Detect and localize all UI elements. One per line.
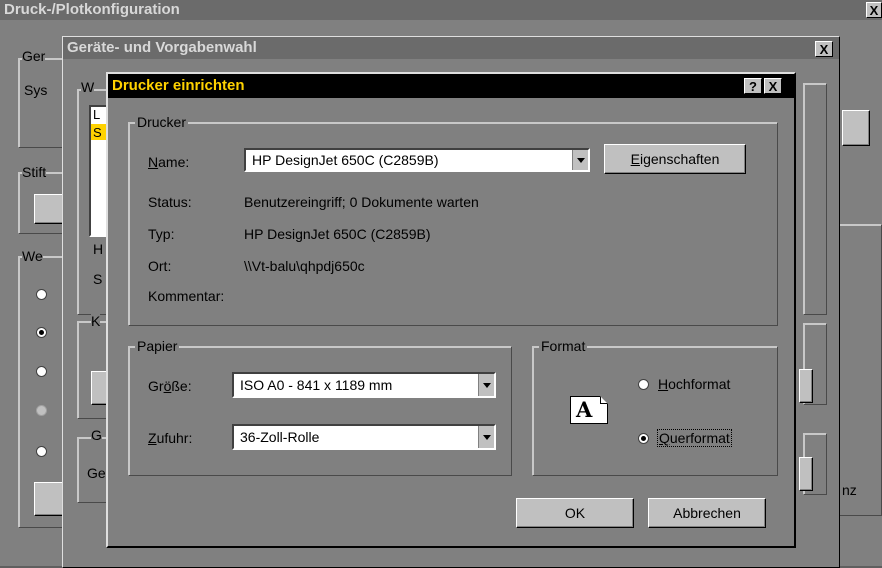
landscape-label[interactable]: Querformat (657, 429, 732, 447)
outer-close-button[interactable]: X (866, 2, 882, 18)
dialog-title: Drucker einrichten (112, 77, 245, 94)
outer-fragment-nz: nz (842, 482, 857, 498)
outer-window-titlebar[interactable]: Druck-/Plotkonfiguration (0, 0, 882, 20)
dialog-titlebar[interactable]: Drucker einrichten (108, 74, 794, 98)
landscape-radio[interactable] (638, 433, 649, 444)
paper-size-dropdown-arrow[interactable] (478, 374, 494, 396)
comment-label: Kommentar: (148, 288, 225, 304)
properties-button-label: Eigenschaften (630, 151, 720, 167)
portrait-label[interactable]: Hochformat (658, 376, 730, 392)
mid-fragment-s: S (93, 271, 103, 287)
mid-window-title: Geräte- und Vorgabenwahl (67, 39, 257, 56)
chevron-down-icon (482, 382, 491, 388)
outer-group-right (836, 224, 882, 516)
outer-fragment-ger: Ger (22, 48, 46, 64)
printer-name-value: HP DesignJet 650C (C2859B) (252, 152, 439, 168)
outer-radio-1[interactable] (36, 289, 47, 300)
cancel-button[interactable]: Abbrechen (648, 498, 766, 528)
mid-fragment-k: K (91, 313, 101, 329)
outer-radio-4[interactable] (36, 405, 47, 416)
chevron-down-icon (576, 157, 585, 163)
mid-fragment-h: H (93, 241, 104, 257)
outer-radio-2[interactable] (36, 327, 47, 338)
outer-stub-button-right[interactable] (842, 110, 870, 146)
mid-fragment-g: G (91, 427, 102, 443)
size-label: Größe: (148, 378, 192, 394)
landscape-page-icon: A (570, 396, 608, 424)
mid-fragment-w: W (81, 79, 95, 95)
mid-group-right-1 (803, 83, 827, 315)
source-label: Zufuhr: (148, 430, 193, 446)
outer-fragment-we: We (22, 248, 43, 264)
outer-fragment-sys: Sys (24, 82, 48, 98)
location-label: Ort: (148, 258, 172, 274)
dialog-close-button[interactable]: X (764, 78, 782, 94)
status-value: Benutzereingriff; 0 Dokumente warten (244, 194, 479, 210)
type-value: HP DesignJet 650C (C2859B) (244, 226, 431, 242)
mid-window-titlebar[interactable]: Geräte- und Vorgabenwahl (63, 37, 839, 59)
paper-size-value: ISO A0 - 841 x 1189 mm (240, 377, 393, 393)
paper-source-dropdown[interactable]: 36-Zoll-Rolle (232, 424, 496, 450)
paper-group: Papier (128, 338, 512, 476)
mid-stub-button-right-1[interactable] (799, 369, 813, 403)
portrait-radio[interactable] (638, 379, 649, 390)
properties-button[interactable]: Eigenschaften (604, 144, 746, 174)
name-label: Name: (148, 154, 190, 170)
chevron-down-icon (482, 434, 491, 440)
ok-button[interactable]: OK (516, 498, 634, 528)
paper-source-value: 36-Zoll-Rolle (240, 429, 320, 445)
printer-setup-dialog: Drucker einrichten ? X Drucker Name: HP … (106, 72, 796, 548)
outer-radio-5[interactable] (36, 446, 47, 457)
type-label: Typ: (148, 226, 175, 242)
format-group: Format (532, 338, 778, 476)
paper-group-label: Papier (135, 338, 180, 354)
mid-list-item-1[interactable]: L (93, 107, 100, 122)
outer-radio-3[interactable] (36, 366, 47, 377)
status-label: Status: (148, 194, 192, 210)
mid-stub-button-right-2[interactable] (799, 457, 813, 491)
printer-name-dropdown-arrow[interactable] (572, 150, 588, 170)
cancel-button-label: Abbrechen (673, 505, 741, 521)
outer-fragment-stift: Stift (22, 164, 47, 180)
mid-close-button[interactable]: X (815, 41, 833, 57)
mid-fragment-ge: Ge (87, 465, 106, 481)
paper-size-dropdown[interactable]: ISO A0 - 841 x 1189 mm (232, 372, 496, 398)
format-group-label: Format (539, 338, 588, 354)
printer-group-label: Drucker (135, 114, 189, 130)
ok-button-label: OK (564, 505, 586, 521)
paper-source-dropdown-arrow[interactable] (478, 426, 494, 448)
location-value: \\Vt-balu\qhpdj650c (244, 258, 365, 274)
printer-name-dropdown[interactable]: HP DesignJet 650C (C2859B) (244, 148, 590, 172)
help-button[interactable]: ? (744, 78, 762, 94)
outer-window-title: Druck-/Plotkonfiguration (4, 1, 180, 18)
